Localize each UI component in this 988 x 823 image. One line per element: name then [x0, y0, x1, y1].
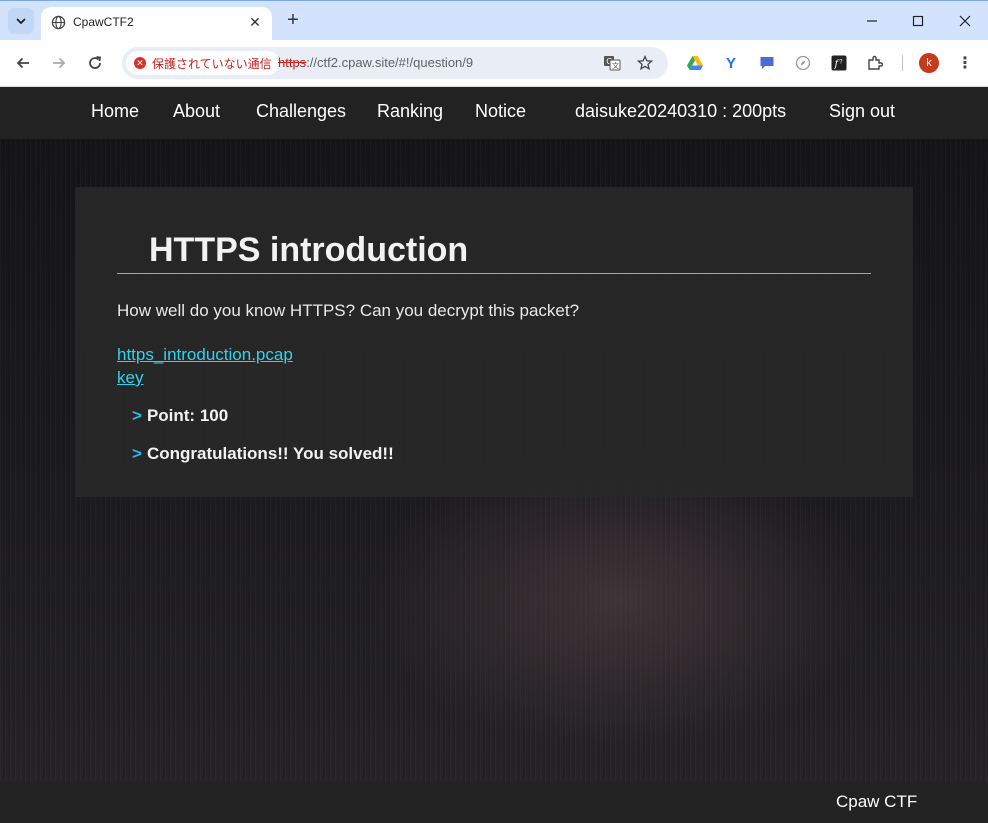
- nav-about[interactable]: About: [173, 101, 220, 122]
- footer: Cpaw CTF: [0, 782, 988, 823]
- minimize-icon[interactable]: [860, 9, 884, 33]
- svg-text:?: ?: [840, 59, 843, 66]
- globe-icon: [51, 15, 66, 30]
- compass-icon[interactable]: [793, 53, 813, 73]
- key-download-link[interactable]: key: [117, 368, 143, 388]
- tab-search-icon[interactable]: [8, 8, 34, 34]
- back-arrow-icon[interactable]: [12, 52, 34, 74]
- caret-icon: >: [132, 444, 142, 463]
- security-chip[interactable]: ✕ 保護されていない通信: [126, 51, 280, 75]
- question-card: HTTPS introduction How well do you know …: [75, 187, 913, 497]
- star-icon[interactable]: [635, 53, 655, 73]
- title-divider: [117, 273, 871, 274]
- point-info: > Point: 100: [132, 406, 228, 426]
- url-text[interactable]: https://ctf2.cpaw.site/#!/question/9: [278, 55, 473, 70]
- tab-strip: CpawCTF2 ✕ +: [0, 0, 988, 41]
- url-scheme: https: [278, 55, 307, 70]
- solved-status: > Congratulations!! You solved!!: [132, 444, 394, 464]
- forward-arrow-icon[interactable]: [48, 52, 70, 74]
- nav-challenges[interactable]: Challenges: [256, 101, 346, 122]
- solved-text: Congratulations!! You solved!!: [146, 444, 394, 463]
- nav-sign-out[interactable]: Sign out: [829, 101, 895, 122]
- question-description: How well do you know HTTPS? Can you decr…: [117, 301, 580, 320]
- v-extension-icon[interactable]: Y: [721, 53, 741, 73]
- security-label: 保護されていない通信: [152, 56, 272, 71]
- plus-icon[interactable]: +: [282, 10, 304, 32]
- close-icon[interactable]: ✕: [246, 13, 264, 31]
- chat-icon[interactable]: [757, 53, 777, 73]
- browser-toolbar: ✕ 保護されていない通信 https://ctf2.cpaw.site/#!/q…: [0, 40, 988, 87]
- browser-tab[interactable]: CpawCTF2 ✕: [41, 7, 272, 41]
- puzzle-icon[interactable]: [865, 53, 885, 73]
- translate-icon[interactable]: G文: [602, 53, 622, 73]
- nav-notice[interactable]: Notice: [475, 101, 526, 122]
- pcap-download-link[interactable]: https_introduction.pcap: [117, 345, 293, 365]
- nav-user-score[interactable]: daisuke20240310 : 200pts: [575, 101, 786, 122]
- page-title: HTTPS introduction: [149, 231, 469, 269]
- window-close-icon[interactable]: [953, 9, 977, 33]
- warning-icon: ✕: [134, 57, 146, 69]
- toolbar-divider: [902, 55, 903, 71]
- kebab-menu-icon[interactable]: ⋮: [955, 53, 975, 73]
- point-text: Point: 100: [146, 406, 229, 425]
- url-path: ://ctf2.cpaw.site/#!/question/9: [306, 55, 474, 70]
- drive-icon[interactable]: [685, 53, 705, 73]
- avatar[interactable]: k: [919, 53, 939, 73]
- maximize-icon[interactable]: [906, 9, 930, 33]
- footer-brand: Cpaw CTF: [836, 792, 918, 811]
- f-icon[interactable]: f?: [829, 53, 849, 73]
- tab-title: CpawCTF2: [73, 15, 134, 29]
- nav-home[interactable]: Home: [91, 101, 139, 122]
- svg-text:文: 文: [612, 61, 619, 70]
- reload-icon[interactable]: [84, 52, 106, 74]
- address-bar[interactable]: ✕ 保護されていない通信 https://ctf2.cpaw.site/#!/q…: [122, 47, 668, 79]
- site-navbar: Home About Challenges Ranking Notice dai…: [0, 87, 988, 139]
- nav-ranking[interactable]: Ranking: [377, 101, 443, 122]
- caret-icon: >: [132, 406, 142, 425]
